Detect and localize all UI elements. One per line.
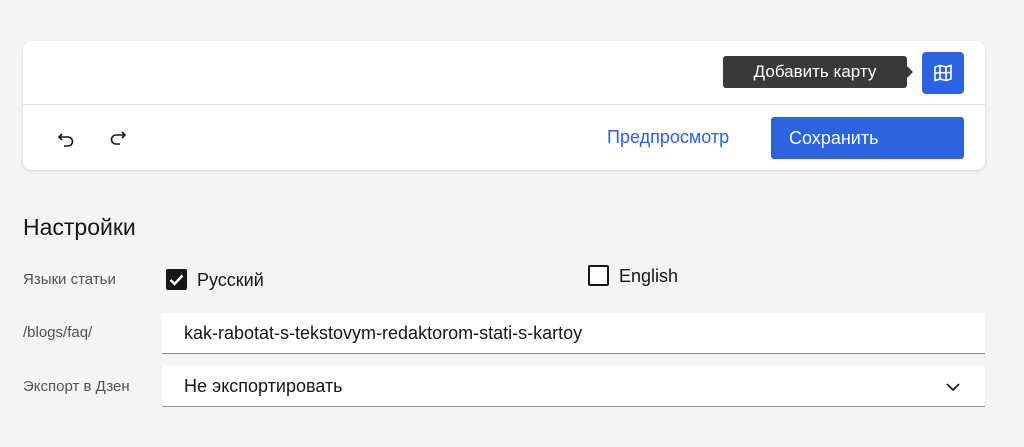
chevron-down-icon bbox=[946, 383, 960, 392]
checkmark-icon bbox=[169, 274, 184, 286]
map-grid-icon bbox=[934, 64, 952, 82]
undo-icon bbox=[57, 133, 74, 147]
add-map-button[interactable] bbox=[922, 52, 964, 94]
checkbox-english[interactable] bbox=[588, 265, 609, 286]
redo-button[interactable] bbox=[102, 125, 134, 153]
add-map-tooltip: Добавить карту bbox=[723, 56, 913, 88]
checkbox-english-label: English bbox=[619, 266, 679, 286]
url-slug-input[interactable]: kak-rabotat-s-tekstovym-redaktorom-stati… bbox=[162, 313, 985, 354]
undo-button[interactable] bbox=[50, 125, 82, 153]
settings-title: Настройки bbox=[23, 214, 136, 240]
checkbox-russian-label: Русский bbox=[197, 270, 264, 290]
languages-label: Языки статьи bbox=[23, 271, 116, 288]
export-label: Экспорт в Дзен bbox=[23, 378, 130, 395]
url-prefix-label: /blogs/faq/ bbox=[23, 324, 93, 341]
export-select[interactable]: Не экспортировать bbox=[162, 366, 985, 407]
editor-toolbar-card: Добавить карту Предпросмотр Сохранить bbox=[23, 41, 985, 170]
export-select-value: Не экспортировать bbox=[184, 376, 343, 396]
redo-icon bbox=[110, 131, 127, 145]
preview-link[interactable]: Предпросмотр bbox=[607, 127, 729, 148]
checkbox-russian[interactable] bbox=[166, 269, 187, 290]
save-button[interactable]: Сохранить bbox=[771, 117, 964, 159]
toolbar-divider bbox=[23, 104, 985, 105]
